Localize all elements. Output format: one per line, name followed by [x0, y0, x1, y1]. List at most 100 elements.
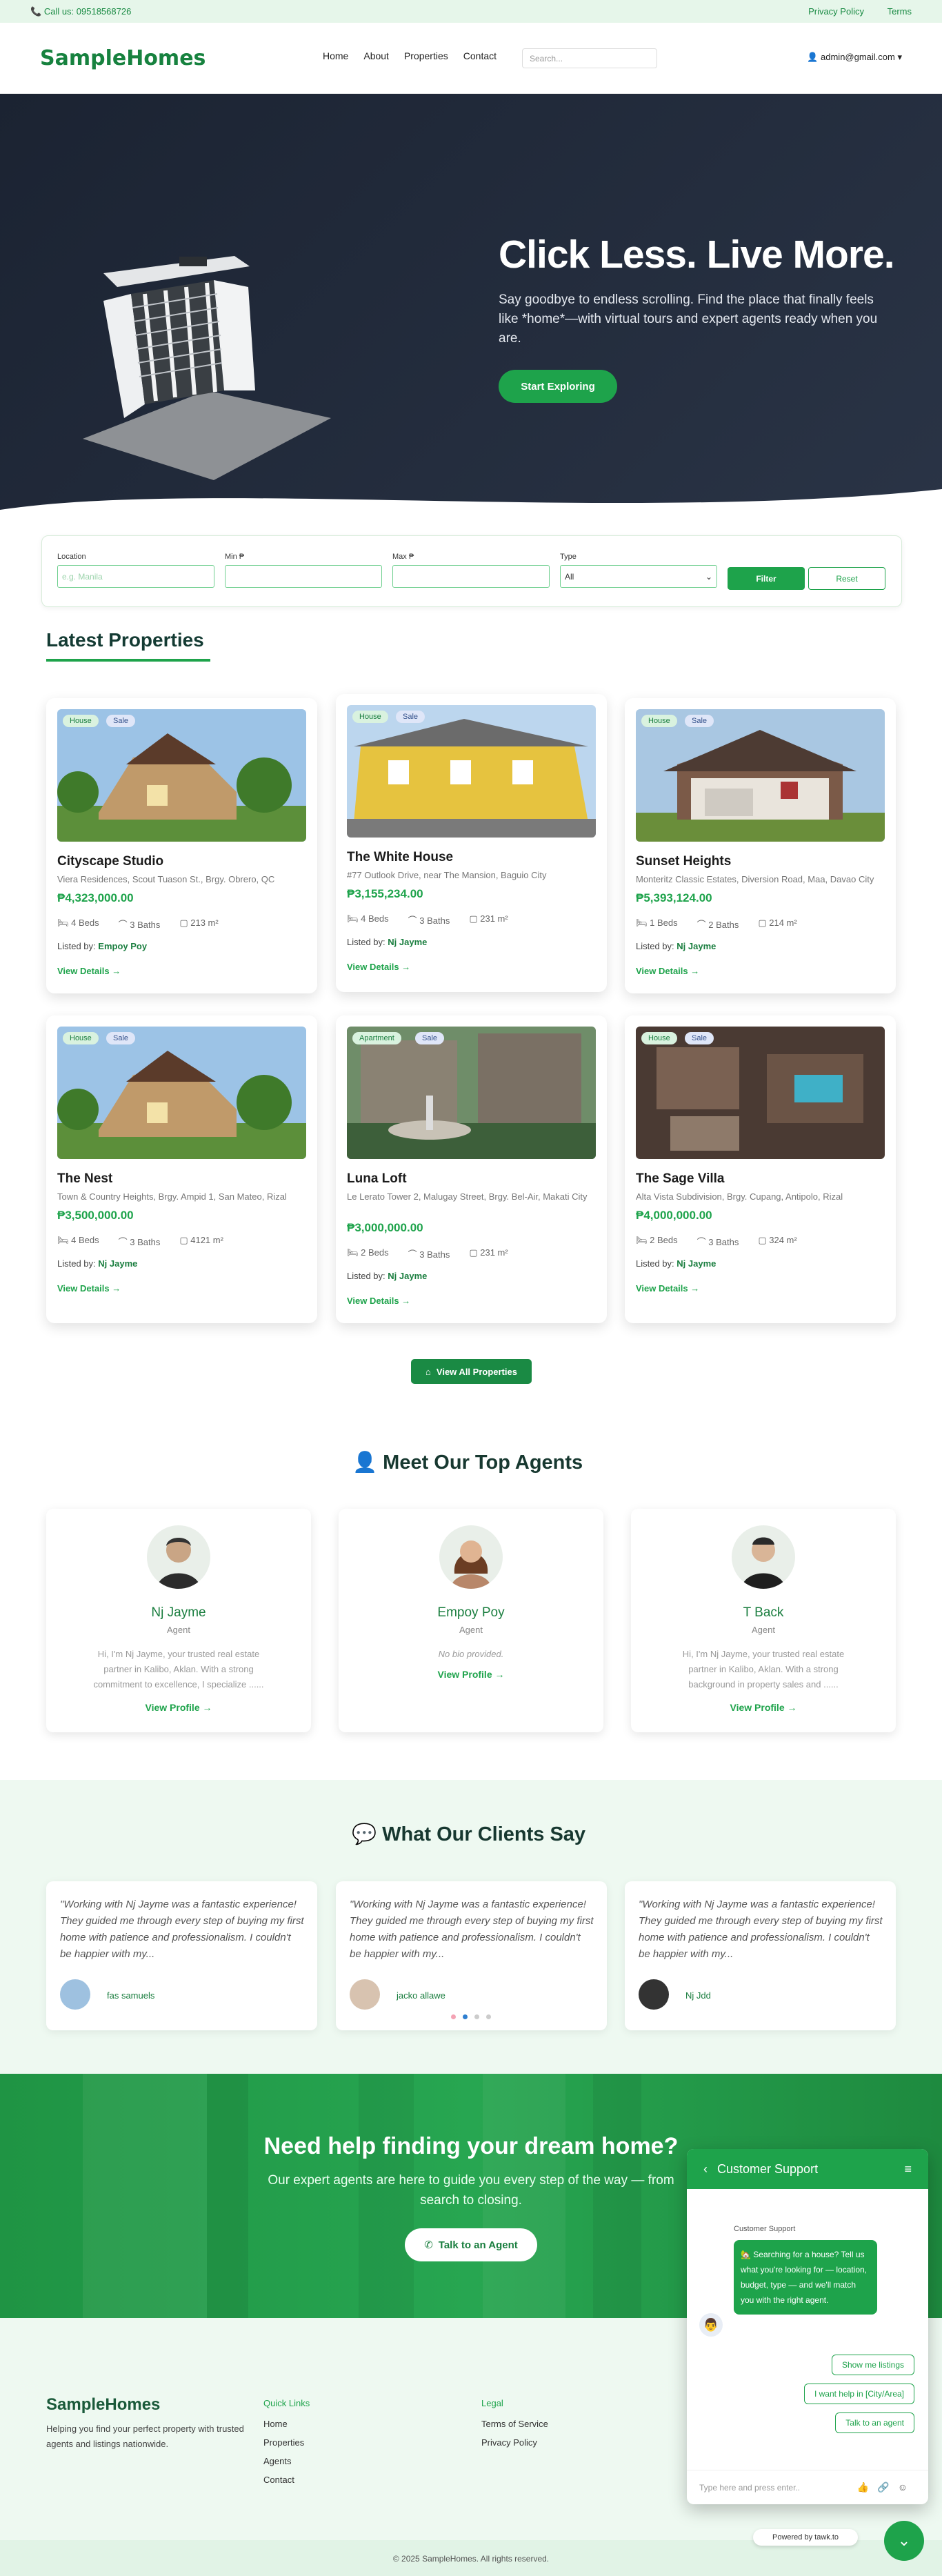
quick-reply-city[interactable]: I want help in [City/Area] [803, 2384, 914, 2404]
type-badge: House [352, 711, 388, 723]
property-name[interactable]: Luna Loft [347, 1171, 407, 1187]
property-card[interactable]: House Sale Sunset Heights Monteritz Classic… [625, 698, 896, 993]
lister-name[interactable]: Nj Jayme [388, 1271, 427, 1281]
agent-bio: No bio provided. [438, 1649, 504, 1659]
back-icon[interactable]: ‹ [703, 2162, 708, 2177]
listed-by: Listed by: Nj Jayme [636, 941, 716, 951]
carousel-dot[interactable] [463, 2014, 468, 2019]
nav-properties[interactable]: Properties [404, 50, 448, 61]
property-name[interactable]: Cityscape Studio [57, 854, 163, 869]
deal-badge: Sale [396, 711, 425, 723]
talk-to-agent-button[interactable]: ✆ Talk to an Agent [405, 2228, 537, 2261]
property-image[interactable]: House Sale [636, 1027, 885, 1159]
chat-message: 🏡 Searching for a house? Tell us what yo… [734, 2240, 877, 2315]
view-details-link[interactable]: View Details → [347, 1296, 410, 1306]
location-input[interactable]: e.g. Manila [57, 565, 214, 588]
agent-role: Agent [752, 1625, 775, 1635]
reset-button[interactable]: Reset [808, 567, 885, 590]
thumbs-up-icon[interactable]: 👍 [857, 2481, 877, 2493]
footer-link-home[interactable]: Home [263, 2419, 304, 2429]
testimonial-card: "Working with Nj Jayme was a fantastic e… [46, 1881, 317, 2030]
property-name[interactable]: Sunset Heights [636, 854, 731, 869]
quick-reply-listings[interactable]: Show me listings [831, 2355, 914, 2375]
start-exploring-button[interactable]: Start Exploring [499, 370, 617, 403]
cta-text: Our expert agents are here to guide you … [268, 2173, 674, 2208]
privacy-link[interactable]: Privacy Policy [808, 6, 864, 17]
view-profile-link[interactable]: View Profile → [631, 1702, 896, 1713]
site-logo[interactable]: SampleHomes [40, 46, 206, 70]
agent-name[interactable]: T Back [631, 1605, 896, 1621]
view-details-link[interactable]: View Details → [57, 1283, 121, 1294]
carousel-dot[interactable] [486, 2014, 491, 2019]
filter-button[interactable]: Filter [728, 567, 805, 590]
area-icon: ▢ [179, 918, 191, 928]
quick-reply-agent[interactable]: Talk to an agent [835, 2412, 914, 2433]
footer-logo[interactable]: SampleHomes [46, 2395, 160, 2415]
bath-stat: ⌒ 3 Baths [119, 1235, 161, 1248]
phone-icon: ✆ [424, 2239, 433, 2251]
lister-name[interactable]: Nj Jayme [677, 1258, 716, 1269]
view-details-link[interactable]: View Details → [347, 962, 410, 972]
powered-by-badge[interactable]: Powered by tawk.to [753, 2529, 858, 2546]
nav-about[interactable]: About [363, 50, 389, 61]
area-value: 4121 m² [190, 1235, 223, 1245]
nav-home[interactable]: Home [323, 50, 348, 61]
menu-icon[interactable]: ≡ [904, 2162, 912, 2177]
property-card[interactable]: House Sale Cityscape Studio Viera Residence… [46, 698, 317, 993]
nav-contact[interactable]: Contact [463, 50, 497, 61]
footer-link-contact[interactable]: Contact [263, 2475, 304, 2485]
beds-value: 4 Beds [361, 913, 389, 924]
property-name[interactable]: The Nest [57, 1171, 112, 1187]
agent-name[interactable]: Nj Jayme [46, 1605, 311, 1621]
footer-link-terms[interactable]: Terms of Service [481, 2419, 548, 2429]
property-card[interactable]: Apartment Sale Luna Loft Le Lerato Tower 2,… [336, 1015, 607, 1323]
latest-properties-title: Latest Properties [46, 629, 204, 651]
terms-link[interactable]: Terms [888, 6, 912, 17]
phone-contact[interactable]: 📞 Call us: 09518568726 [30, 6, 131, 17]
property-card[interactable]: House Sale The White House #77 Outlook Driv… [336, 694, 607, 992]
phone-number: Call us: 09518568726 [43, 6, 132, 17]
agent-icon: 👤 [352, 1452, 378, 1474]
property-name[interactable]: The Sage Villa [636, 1171, 724, 1187]
user-email: admin@gmail.com ▾ [821, 52, 902, 62]
footer-link-agents[interactable]: Agents [263, 2456, 304, 2466]
search-input[interactable]: Search... [522, 48, 657, 68]
chat-input[interactable]: Type here and press enter.. 👍🔗☺ [687, 2470, 928, 2504]
view-profile-link[interactable]: View Profile → [339, 1669, 603, 1680]
property-image[interactable]: House Sale [636, 709, 885, 842]
carousel-dot[interactable] [451, 2014, 456, 2019]
property-price: ₱4,323,000.00 [57, 891, 134, 904]
property-image[interactable]: House Sale [57, 1027, 306, 1159]
lister-name[interactable]: Nj Jayme [98, 1258, 137, 1269]
property-image[interactable]: Apartment Sale [347, 1027, 596, 1159]
max-price-input[interactable] [392, 565, 550, 588]
min-price-input[interactable] [225, 565, 382, 588]
agent-role: Agent [167, 1625, 190, 1635]
property-image[interactable]: House Sale [347, 705, 596, 838]
user-menu[interactable]: 👤 admin@gmail.com ▾ [807, 52, 902, 63]
lister-name[interactable]: Empoy Poy [98, 941, 147, 951]
view-details-link[interactable]: View Details → [636, 1283, 699, 1294]
property-card[interactable]: House Sale The Nest Town & Country Heights,… [46, 1015, 317, 1323]
bed-stat: 🛏 4 Beds [347, 913, 389, 927]
view-profile-link[interactable]: View Profile → [46, 1702, 311, 1713]
agent-name[interactable]: Empoy Poy [339, 1605, 603, 1621]
property-name[interactable]: The White House [347, 850, 453, 865]
footer-link-properties[interactable]: Properties [263, 2437, 304, 2448]
attach-icon[interactable]: 🔗 [877, 2481, 897, 2493]
chat-toggle-button[interactable]: ⌄ [884, 2521, 924, 2561]
property-card[interactable]: House Sale The Sage Villa Alta Vista Subdiv… [625, 1015, 896, 1323]
bath-stat: ⌒ 2 Baths [697, 918, 739, 931]
listed-by-label: Listed by: [347, 937, 385, 947]
lister-name[interactable]: Nj Jayme [677, 941, 716, 951]
type-select[interactable]: All ⌄ [560, 565, 717, 588]
carousel-dot[interactable] [474, 2014, 479, 2019]
property-image[interactable]: House Sale [57, 709, 306, 842]
view-details-link[interactable]: View Details → [636, 966, 699, 976]
emoji-icon[interactable]: ☺ [898, 2481, 916, 2493]
lister-name[interactable]: Nj Jayme [388, 937, 427, 947]
view-all-properties-button[interactable]: ⌂ View All Properties [411, 1359, 532, 1384]
footer-link-privacy[interactable]: Privacy Policy [481, 2437, 548, 2448]
view-details-link[interactable]: View Details → [57, 966, 121, 976]
testimonial-quote: "Working with Nj Jayme was a fantastic e… [60, 1899, 304, 1960]
